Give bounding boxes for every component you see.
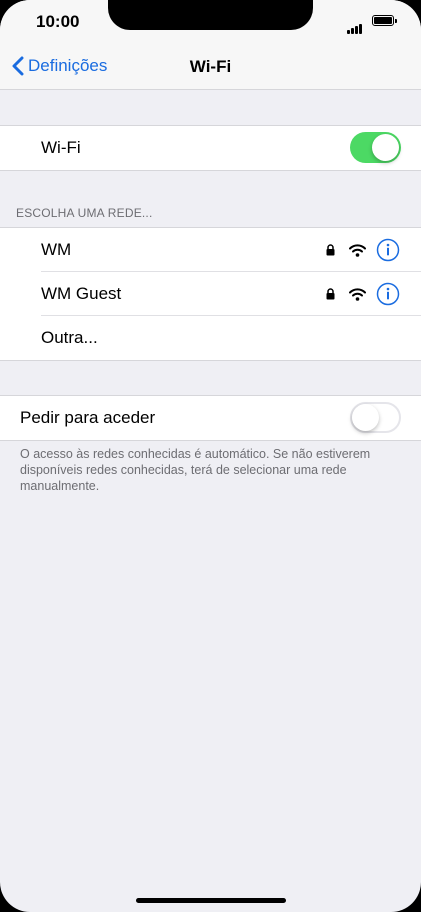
networks-group: WM WM Guest Outra...	[0, 227, 421, 361]
toggle-knob	[372, 134, 399, 161]
cellular-signal-icon	[347, 16, 363, 34]
wifi-signal-icon	[349, 287, 366, 301]
network-name: WM	[41, 240, 72, 259]
ask-to-join-label: Pedir para aceder	[20, 408, 156, 427]
wifi-toggle-row: Wi-Fi	[0, 126, 421, 170]
network-row-wm[interactable]: WM	[0, 228, 421, 272]
info-icon[interactable]	[376, 238, 400, 262]
battery-icon	[372, 15, 397, 26]
networks-section-header: ESCOLHA UMA REDE...	[16, 206, 153, 220]
network-row-other[interactable]: Outra...	[0, 316, 421, 360]
status-time: 10:00	[36, 12, 80, 31]
ask-to-join-row: Pedir para aceder	[0, 396, 421, 440]
display-notch	[108, 0, 313, 30]
ask-to-join-footer: O acesso às redes conhecidas é automátic…	[20, 447, 371, 493]
page-title: Wi-Fi	[189, 57, 232, 76]
ask-to-join-group: Pedir para aceder	[0, 395, 421, 441]
wifi-label: Wi-Fi	[41, 138, 81, 157]
wifi-toggle-group: Wi-Fi	[0, 125, 421, 171]
lock-icon	[326, 288, 335, 300]
network-row-wm-guest[interactable]: WM Guest	[0, 272, 421, 316]
other-network-label: Outra...	[41, 328, 98, 347]
home-indicator[interactable]	[136, 898, 286, 903]
phone-screen: 10:00 Definições Wi-Fi Wi-Fi ESCOLHA UMA…	[0, 0, 421, 912]
wifi-signal-icon	[349, 243, 366, 257]
network-name: WM Guest	[41, 284, 122, 303]
toggle-knob	[352, 404, 379, 431]
info-icon[interactable]	[376, 282, 400, 306]
navigation-bar: Definições Wi-Fi	[0, 44, 421, 90]
wifi-toggle[interactable]	[350, 132, 401, 163]
ask-to-join-toggle[interactable]	[350, 402, 401, 433]
lock-icon	[326, 244, 335, 256]
